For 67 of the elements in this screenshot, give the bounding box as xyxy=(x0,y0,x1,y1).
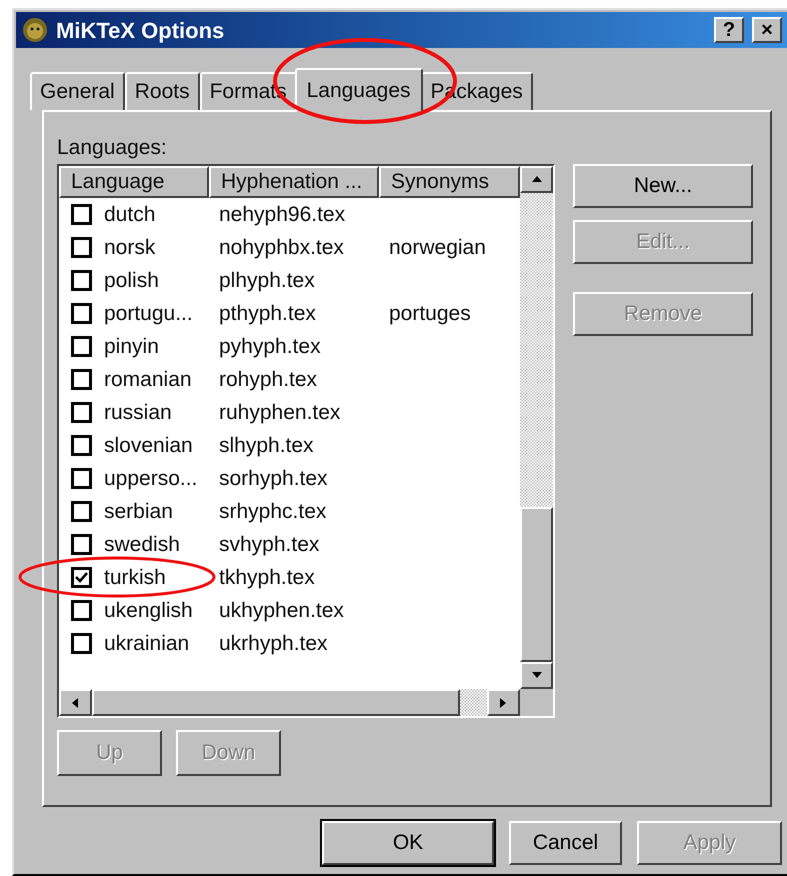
list-label: Languages: xyxy=(57,135,168,161)
checkbox[interactable] xyxy=(71,336,92,357)
checkbox[interactable] xyxy=(71,303,92,324)
column-header[interactable]: Language xyxy=(59,166,209,198)
language-name: dutch xyxy=(104,202,156,228)
checkbox[interactable] xyxy=(71,501,92,522)
table-cell-text: ruhyphen.tex xyxy=(218,400,342,426)
tab[interactable]: Roots xyxy=(124,72,200,110)
button[interactable]: Cancel xyxy=(509,821,622,865)
table-cell-text: svhyph.tex xyxy=(218,532,320,558)
title-bar-button[interactable]: ? xyxy=(714,17,744,43)
checkbox[interactable] xyxy=(71,534,92,555)
checkbox[interactable] xyxy=(71,369,92,390)
language-name: turkish xyxy=(104,564,166,591)
scroll-arrow-button[interactable] xyxy=(487,689,520,716)
checkbox[interactable] xyxy=(71,633,92,654)
language-name: swedish xyxy=(104,532,180,558)
tab[interactable]: General xyxy=(30,72,125,110)
table-cell-text: pthyph.tex xyxy=(218,300,317,327)
table-cell-text: nehyph96.tex xyxy=(218,202,346,228)
table-cell-text: ukrhyph.tex xyxy=(218,630,329,657)
language-name: polish xyxy=(104,268,159,294)
checkbox[interactable] xyxy=(71,600,92,621)
table-cell-text: portuges xyxy=(388,300,471,327)
table-cell-text: pyhyph.tex xyxy=(218,334,322,360)
column-header[interactable]: Hyphenation ... xyxy=(209,166,379,198)
language-name: slovenian xyxy=(104,432,193,459)
scroll-thumb[interactable] xyxy=(520,507,553,662)
table-cell-text: slhyph.tex xyxy=(218,432,315,459)
language-name: upperso... xyxy=(104,466,198,492)
table-cell-text: rohyph.tex xyxy=(218,366,318,393)
scroll-thumb[interactable] xyxy=(92,689,460,716)
table-cell-text: norwegian xyxy=(388,234,486,261)
checkbox[interactable] xyxy=(71,468,92,489)
table-cell-text: plhyph.tex xyxy=(218,268,316,294)
table-cell-text: nohyphbx.tex xyxy=(218,234,345,261)
language-name: romanian xyxy=(104,366,192,393)
scrollbar-corner xyxy=(520,689,553,716)
language-name: portugu... xyxy=(104,300,193,327)
window-title: MiKTeX Options xyxy=(56,16,226,45)
table-cell-text: sorhyph.tex xyxy=(218,466,329,492)
check-icon xyxy=(75,571,88,584)
horizontal-scrollbar[interactable] xyxy=(59,689,553,716)
language-name: ukrainian xyxy=(104,630,190,657)
table-cell-text: ukhyphen.tex xyxy=(218,598,345,624)
vertical-scrollbar[interactable] xyxy=(520,166,553,689)
language-name: russian xyxy=(104,400,172,426)
button[interactable]: OK xyxy=(322,821,494,865)
language-name: serbian xyxy=(104,498,173,525)
language-name: ukenglish xyxy=(104,598,193,624)
scroll-arrow-button[interactable] xyxy=(59,689,92,716)
language-name: pinyin xyxy=(104,334,159,360)
language-name: norsk xyxy=(104,234,156,261)
checkbox[interactable] xyxy=(71,204,92,225)
scroll-arrow-button[interactable] xyxy=(520,166,553,193)
title-bar-button[interactable]: × xyxy=(752,17,782,43)
checkbox[interactable] xyxy=(71,270,92,291)
checkbox[interactable] xyxy=(71,567,92,588)
tab[interactable]: Languages xyxy=(294,68,423,112)
checkbox[interactable] xyxy=(71,402,92,423)
button[interactable]: New... xyxy=(573,164,753,208)
table-cell-text: srhyphc.tex xyxy=(218,498,328,525)
column-header[interactable]: Synonyms xyxy=(379,166,520,198)
table-cell-text: tkhyph.tex xyxy=(218,564,316,591)
scroll-arrow-button[interactable] xyxy=(520,662,553,689)
checkbox[interactable] xyxy=(71,237,92,258)
checkbox[interactable] xyxy=(71,435,92,456)
